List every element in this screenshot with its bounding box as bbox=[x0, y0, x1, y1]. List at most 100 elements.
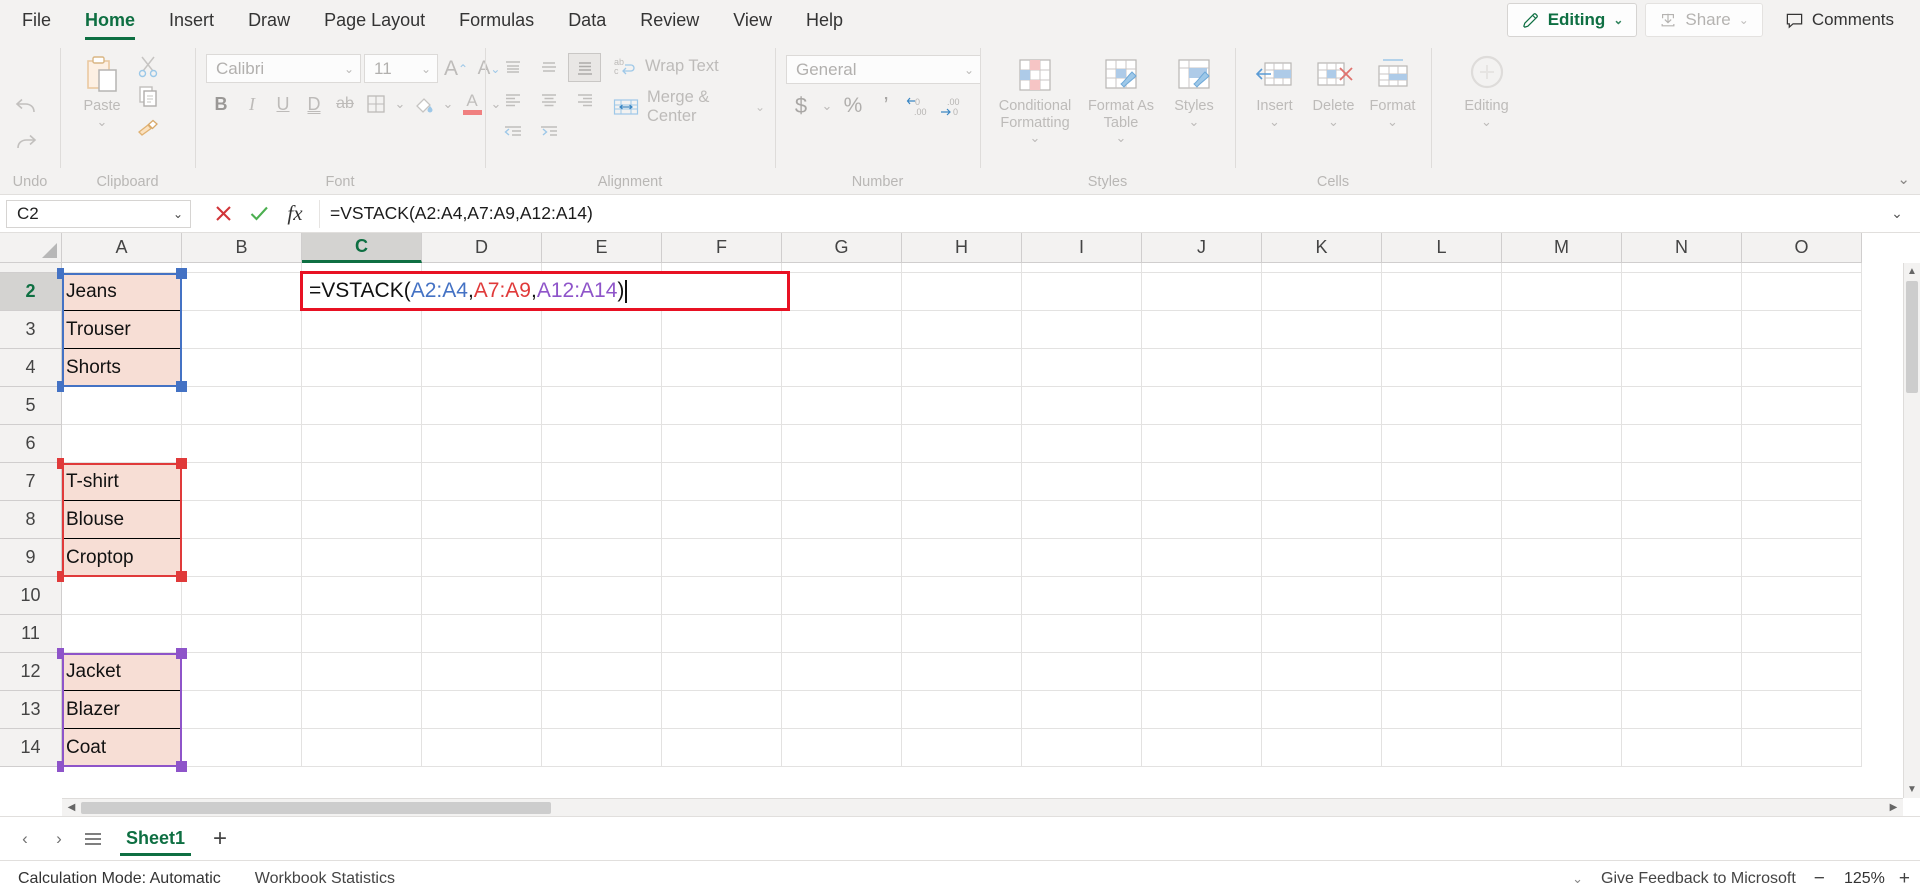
number-format-combo[interactable]: General ⌄ bbox=[786, 55, 981, 84]
cell-B1[interactable] bbox=[182, 263, 302, 273]
row-header-9[interactable]: 9 bbox=[0, 539, 62, 577]
cell-H12[interactable] bbox=[902, 653, 1022, 691]
cell-M5[interactable] bbox=[1502, 387, 1622, 425]
cell-G10[interactable] bbox=[782, 577, 902, 615]
tab-page-layout[interactable]: Page Layout bbox=[307, 0, 442, 40]
range-handle[interactable] bbox=[176, 571, 187, 582]
cell-E8[interactable] bbox=[542, 501, 662, 539]
cell-D12[interactable] bbox=[422, 653, 542, 691]
formula-input[interactable]: =VSTACK(A2:A4,A7:A9,A12:A14) bbox=[319, 199, 1882, 228]
cell-L12[interactable] bbox=[1382, 653, 1502, 691]
row-header-14[interactable]: 14 bbox=[0, 729, 62, 767]
cell-G13[interactable] bbox=[782, 691, 902, 729]
double-underline-button[interactable]: D bbox=[299, 90, 329, 118]
format-cells-button[interactable]: Format ⌄ bbox=[1364, 48, 1421, 130]
cell-C14[interactable] bbox=[302, 729, 422, 767]
align-top-button[interactable] bbox=[496, 53, 529, 82]
range-handle[interactable] bbox=[176, 458, 187, 469]
cell-I1[interactable] bbox=[1022, 263, 1142, 273]
cell-I3[interactable] bbox=[1022, 311, 1142, 349]
cell-D9[interactable] bbox=[422, 539, 542, 577]
column-header-a[interactable]: A bbox=[62, 233, 182, 263]
cell-L5[interactable] bbox=[1382, 387, 1502, 425]
cell-O7[interactable] bbox=[1742, 463, 1862, 501]
scroll-right-icon[interactable]: ▶ bbox=[1884, 799, 1903, 816]
cell-G9[interactable] bbox=[782, 539, 902, 577]
cell-O8[interactable] bbox=[1742, 501, 1862, 539]
cell-editor-C2[interactable]: =VSTACK(A2:A4, A7:A9, A12:A14) bbox=[300, 271, 790, 311]
cell-F7[interactable] bbox=[662, 463, 782, 501]
insert-cells-button[interactable]: Insert ⌄ bbox=[1246, 48, 1303, 130]
scroll-left-icon[interactable]: ◀ bbox=[62, 799, 81, 816]
align-left-button[interactable] bbox=[496, 85, 529, 114]
conditional-formatting-button[interactable]: Conditional Formatting ⌄ bbox=[991, 48, 1079, 146]
cell-K14[interactable] bbox=[1262, 729, 1382, 767]
cell-O2[interactable] bbox=[1742, 273, 1862, 311]
cell-E7[interactable] bbox=[542, 463, 662, 501]
cell-N14[interactable] bbox=[1622, 729, 1742, 767]
cell-M11[interactable] bbox=[1502, 615, 1622, 653]
row-header-7[interactable]: 7 bbox=[0, 463, 62, 501]
grid-area[interactable]: A B C D E F G H I J K L M N O 2 3 4 5 6 7 8 9 10 11 12 13 14 Jeans… bbox=[0, 233, 1920, 816]
cell-K10[interactable] bbox=[1262, 577, 1382, 615]
cell-K7[interactable] bbox=[1262, 463, 1382, 501]
range-handle[interactable] bbox=[176, 761, 187, 772]
cell-F14[interactable] bbox=[662, 729, 782, 767]
row-header-13[interactable]: 13 bbox=[0, 691, 62, 729]
cell-A4[interactable]: Shorts bbox=[62, 349, 182, 387]
cell-L4[interactable] bbox=[1382, 349, 1502, 387]
range-handle[interactable] bbox=[57, 381, 64, 392]
cell-G1[interactable] bbox=[782, 263, 902, 273]
align-right-button[interactable] bbox=[568, 85, 601, 114]
cell-H2[interactable] bbox=[902, 273, 1022, 311]
range-handle[interactable] bbox=[57, 571, 64, 582]
row-header-2[interactable]: 2 bbox=[0, 273, 62, 311]
cell-H11[interactable] bbox=[902, 615, 1022, 653]
cell-J7[interactable] bbox=[1142, 463, 1262, 501]
comma-style-button[interactable]: ’ bbox=[871, 92, 901, 120]
cell-H5[interactable] bbox=[902, 387, 1022, 425]
cell-C3[interactable] bbox=[302, 311, 422, 349]
cell-G11[interactable] bbox=[782, 615, 902, 653]
cell-B3[interactable] bbox=[182, 311, 302, 349]
bold-button[interactable]: B bbox=[206, 90, 236, 118]
wrap-text-button[interactable]: ab c Wrap Text bbox=[613, 56, 765, 77]
decrease-decimal-button[interactable]: .00 0 bbox=[937, 92, 967, 120]
cell-K6[interactable] bbox=[1262, 425, 1382, 463]
cell-J12[interactable] bbox=[1142, 653, 1262, 691]
cell-G3[interactable] bbox=[782, 311, 902, 349]
cell-L2[interactable] bbox=[1382, 273, 1502, 311]
cell-M2[interactable] bbox=[1502, 273, 1622, 311]
column-header-k[interactable]: K bbox=[1262, 233, 1382, 263]
redo-button[interactable] bbox=[11, 128, 41, 156]
cell-C5[interactable] bbox=[302, 387, 422, 425]
cell-J14[interactable] bbox=[1142, 729, 1262, 767]
increase-indent-button[interactable] bbox=[532, 117, 565, 146]
column-header-j[interactable]: J bbox=[1142, 233, 1262, 263]
cell-F9[interactable] bbox=[662, 539, 782, 577]
column-header-b[interactable]: B bbox=[182, 233, 302, 263]
cell-B6[interactable] bbox=[182, 425, 302, 463]
cell-J9[interactable] bbox=[1142, 539, 1262, 577]
cell-K13[interactable] bbox=[1262, 691, 1382, 729]
cell-L1[interactable] bbox=[1382, 263, 1502, 273]
borders-button[interactable] bbox=[361, 90, 391, 118]
cell-A3[interactable]: Trouser bbox=[62, 311, 182, 349]
range-handle[interactable] bbox=[176, 381, 187, 392]
column-header-l[interactable]: L bbox=[1382, 233, 1502, 263]
cell-B10[interactable] bbox=[182, 577, 302, 615]
cell-K5[interactable] bbox=[1262, 387, 1382, 425]
cell-K12[interactable] bbox=[1262, 653, 1382, 691]
align-center-button[interactable] bbox=[532, 85, 565, 114]
column-header-e[interactable]: E bbox=[542, 233, 662, 263]
cell-G5[interactable] bbox=[782, 387, 902, 425]
cell-I2[interactable] bbox=[1022, 273, 1142, 311]
cell-A5[interactable] bbox=[62, 387, 182, 425]
cell-O14[interactable] bbox=[1742, 729, 1862, 767]
cell-M1[interactable] bbox=[1502, 263, 1622, 273]
comments-button[interactable]: Comments bbox=[1771, 3, 1908, 37]
editing-menu-button[interactable]: Editing ⌄ bbox=[1448, 48, 1526, 130]
cell-K4[interactable] bbox=[1262, 349, 1382, 387]
scroll-down-icon[interactable]: ▼ bbox=[1904, 781, 1920, 798]
cell-K3[interactable] bbox=[1262, 311, 1382, 349]
